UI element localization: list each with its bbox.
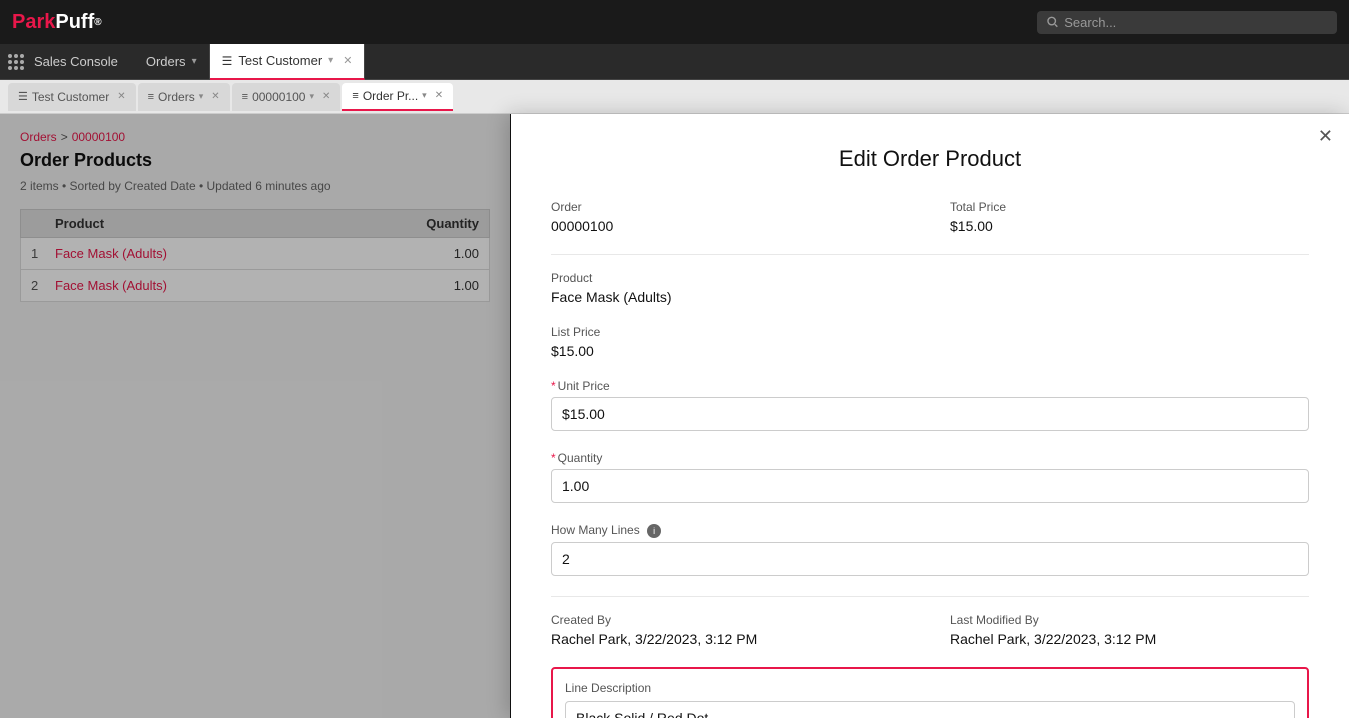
order-totalprice-row: Order 00000100 Total Price $15.00 [551, 200, 1309, 234]
quantity-row: *Quantity [551, 451, 1309, 503]
tab2-test-customer-label: Test Customer [32, 90, 109, 104]
last-modified-value: Rachel Park, 3/22/2023, 3:12 PM [950, 631, 1309, 647]
tab-icon: ☰ [222, 54, 233, 68]
tab2-order100-icon: ≡ [242, 91, 248, 103]
divider [551, 254, 1309, 255]
required-indicator: * [551, 451, 556, 465]
tab2-icon: ☰ [18, 90, 28, 103]
quantity-input[interactable] [551, 469, 1309, 503]
logo-park: Park [12, 11, 55, 34]
tab2-order100-label: 00000100 [252, 90, 305, 104]
total-price-label: Total Price [950, 200, 1309, 214]
quantity-label: *Quantity [551, 451, 1309, 465]
created-by-value: Rachel Park, 3/22/2023, 3:12 PM [551, 631, 910, 647]
logo-puff: Puff [55, 11, 94, 34]
close-icon[interactable]: ✕ [322, 91, 330, 102]
chevron-down-icon: ▾ [309, 91, 314, 102]
close-icon[interactable]: ✕ [117, 91, 125, 102]
search-bar[interactable] [1037, 11, 1337, 34]
tab-bar-2: ☰ Test Customer ✕ ≡ Orders ▾ ✕ ≡ 0000010… [0, 80, 1349, 114]
how-many-lines-row: How Many Lines i [551, 523, 1309, 576]
modal-overlay: ✕ Edit Order Product Order 00000100 Tota… [0, 114, 1349, 718]
required-indicator: * [551, 379, 556, 393]
order-label: Order [551, 200, 910, 214]
chevron-down-icon: ▾ [422, 90, 427, 101]
app-grid-icon[interactable] [8, 54, 24, 70]
tab2-orders-label: Orders [158, 90, 195, 104]
modal-title: Edit Order Product [551, 146, 1309, 172]
tab2-orderpr-label: Order Pr... [363, 89, 418, 103]
modal-close-button[interactable]: ✕ [1318, 126, 1333, 147]
unit-price-field: *Unit Price [551, 379, 1309, 431]
chevron-down-icon: ▾ [328, 55, 333, 66]
how-many-lines-field: How Many Lines i [551, 523, 1309, 576]
list-price-field: List Price $15.00 [551, 325, 1309, 359]
logo: ParkPuff® [12, 11, 102, 34]
last-modified-label: Last Modified By [950, 613, 1309, 627]
tab2-order100[interactable]: ≡ 00000100 ▾ ✕ [232, 83, 341, 111]
created-by-field: Created By Rachel Park, 3/22/2023, 3:12 … [551, 613, 910, 647]
tab2-orders[interactable]: ≡ Orders ▾ ✕ [138, 83, 230, 111]
last-modified-field: Last Modified By Rachel Park, 3/22/2023,… [950, 613, 1309, 647]
divider [551, 596, 1309, 597]
info-icon[interactable]: i [647, 524, 661, 538]
total-price-value: $15.00 [950, 218, 1309, 234]
unit-price-label: *Unit Price [551, 379, 1309, 393]
list-price-row: List Price $15.00 [551, 325, 1309, 359]
line-description-section: Line Description [551, 667, 1309, 718]
tab2-orders-icon: ≡ [148, 91, 154, 103]
total-price-field: Total Price $15.00 [950, 200, 1309, 234]
product-field: Product Face Mask (Adults) [551, 271, 1309, 305]
close-icon[interactable]: ✕ [435, 90, 443, 101]
search-icon [1047, 16, 1058, 28]
chevron-down-icon: ▾ [192, 56, 197, 67]
tab-orders-label: Orders [146, 54, 186, 69]
order-value: 00000100 [551, 218, 910, 234]
search-input[interactable] [1064, 15, 1327, 30]
created-by-label: Created By [551, 613, 910, 627]
product-row: Product Face Mask (Adults) [551, 271, 1309, 305]
app-title: Sales Console [34, 54, 118, 69]
how-many-lines-input[interactable] [551, 542, 1309, 576]
line-description-input[interactable] [565, 701, 1295, 718]
quantity-field: *Quantity [551, 451, 1309, 503]
tab-bar-1: Sales Console Orders ▾ ☰ Test Customer ▾… [0, 44, 1349, 80]
product-value: Face Mask (Adults) [551, 289, 1309, 305]
top-bar: ParkPuff® [0, 0, 1349, 44]
list-price-value: $15.00 [551, 343, 1309, 359]
unit-price-input[interactable] [551, 397, 1309, 431]
tab-test-customer[interactable]: ☰ Test Customer ▾ ✕ [210, 44, 366, 80]
main-area: Orders > 00000100 Order Products 2 items… [0, 114, 1349, 718]
tab2-test-customer[interactable]: ☰ Test Customer ✕ [8, 83, 136, 111]
product-label: Product [551, 271, 1309, 285]
how-many-lines-label: How Many Lines i [551, 523, 1309, 538]
tab-test-customer-label: Test Customer [238, 53, 322, 68]
tab2-order-pr[interactable]: ≡ Order Pr... ▾ ✕ [342, 83, 453, 111]
list-price-label: List Price [551, 325, 1309, 339]
audit-row: Created By Rachel Park, 3/22/2023, 3:12 … [551, 613, 1309, 647]
tab2-orderpr-icon: ≡ [352, 90, 358, 102]
tab-orders[interactable]: Orders ▾ [134, 44, 210, 80]
close-icon[interactable]: ✕ [211, 91, 219, 102]
close-icon[interactable]: ✕ [343, 54, 352, 67]
edit-order-product-modal: ✕ Edit Order Product Order 00000100 Tota… [511, 114, 1349, 718]
order-field: Order 00000100 [551, 200, 910, 234]
chevron-down-icon: ▾ [199, 91, 204, 102]
logo-reg: ® [94, 17, 101, 28]
line-description-label: Line Description [565, 681, 1295, 695]
unit-price-row: *Unit Price [551, 379, 1309, 431]
